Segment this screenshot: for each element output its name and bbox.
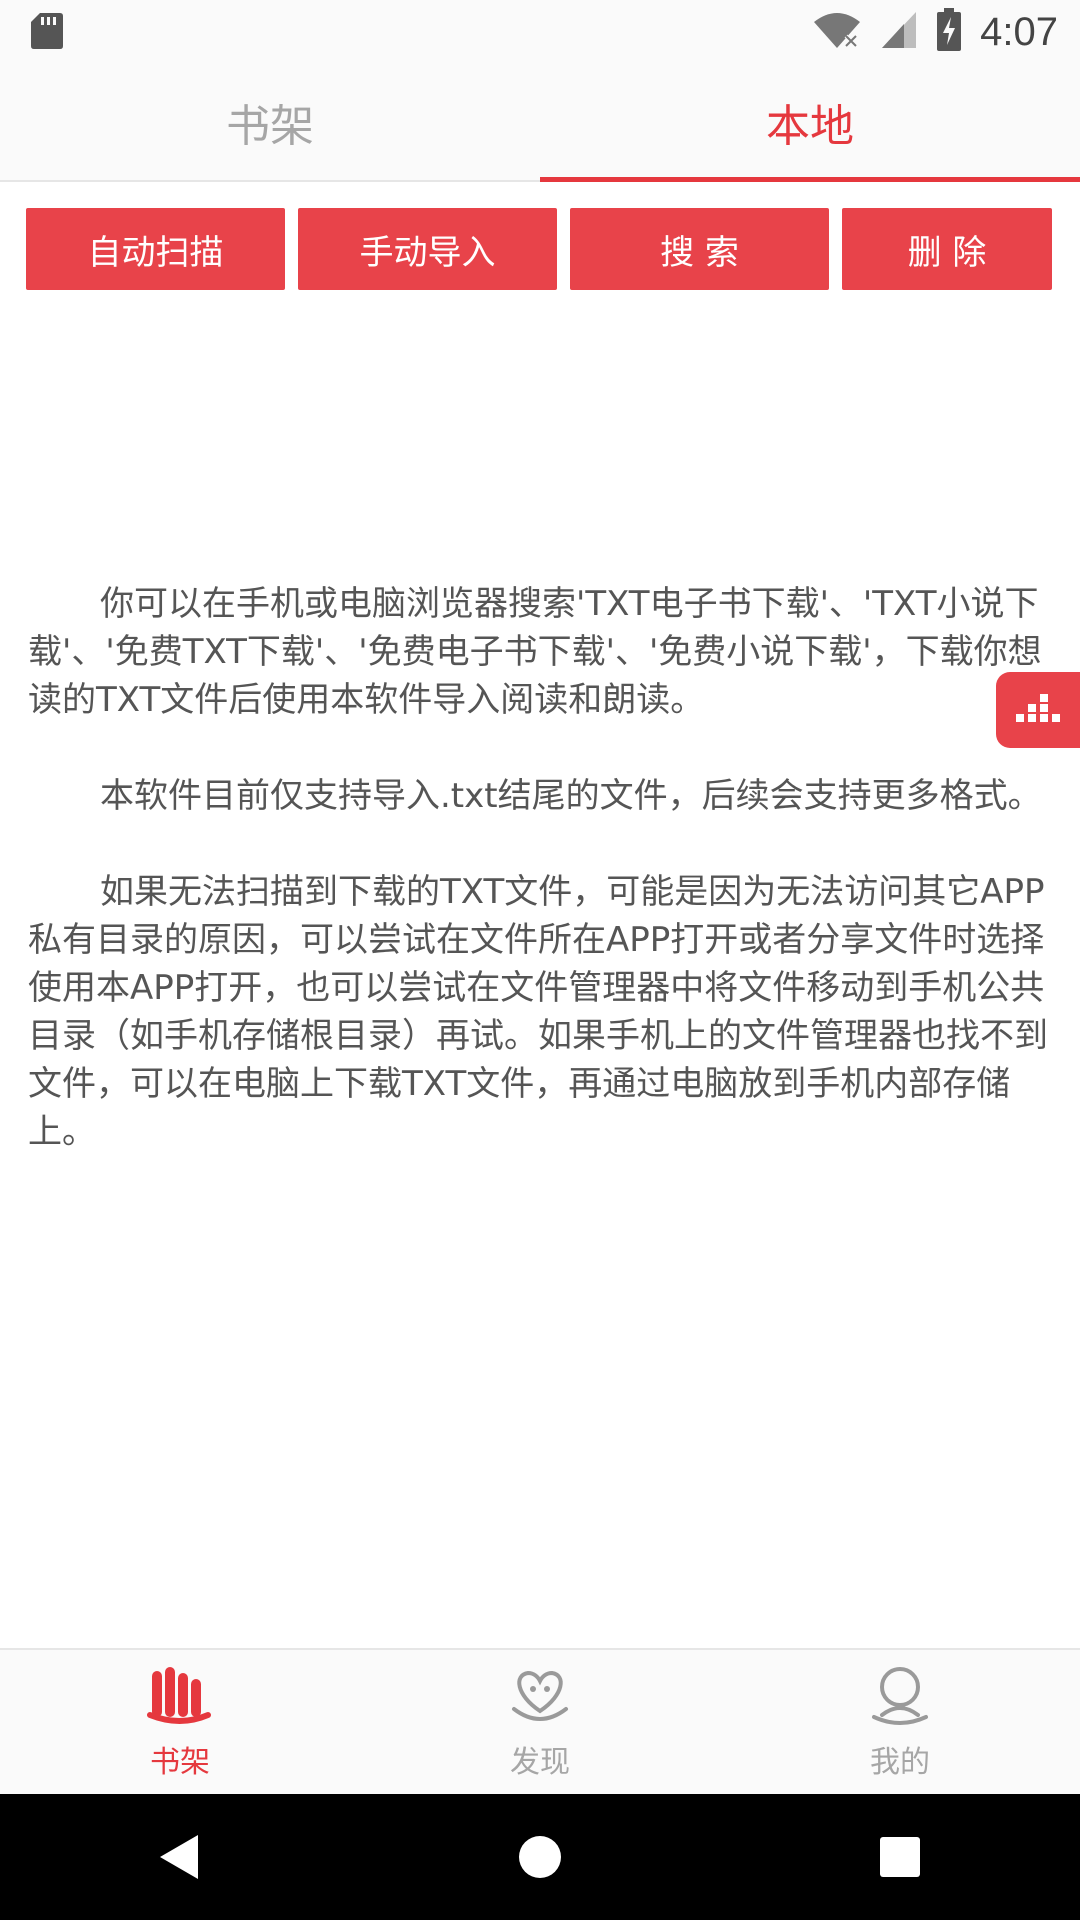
tab-bookshelf[interactable]: 书架 (0, 64, 540, 180)
nav-discover[interactable]: 发现 (360, 1650, 720, 1796)
nav-bookshelf-label: 书架 (150, 1745, 210, 1780)
back-icon[interactable] (145, 1822, 215, 1892)
action-buttons: 自动扫描 手动导入 搜 索 删 除 (26, 208, 1054, 290)
equalizer-icon (1014, 692, 1062, 728)
status-bar: 4:07 (0, 0, 1080, 64)
floating-audio-button[interactable] (996, 672, 1080, 748)
sd-card-icon (30, 12, 64, 50)
profile-icon (866, 1665, 934, 1733)
manual-import-button[interactable]: 手动导入 (298, 208, 557, 290)
bottom-nav: 书架 发现 我的 (0, 1648, 1080, 1796)
top-tabs: 书架 本地 (0, 64, 1080, 182)
help-paragraph-1: 你可以在手机或电脑浏览器搜索'TXT电子书下载'、'TXT小说下载'、'免费TX… (28, 584, 1042, 720)
battery-charging-icon (936, 8, 962, 56)
home-icon[interactable] (505, 1822, 575, 1892)
status-icons: 4:07 (812, 6, 1058, 58)
screen: 4:07 书架 本地 自动扫描 手动导入 搜 索 删 除 你可以在手机或电脑浏览… (0, 0, 1080, 1920)
help-text: 你可以在手机或电脑浏览器搜索'TXT电子书下载'、'TXT小说下载'、'免费TX… (28, 580, 1058, 1204)
wifi-icon (812, 10, 862, 54)
tab-local[interactable]: 本地 (540, 64, 1080, 182)
discover-icon (506, 1665, 574, 1733)
nav-profile-label: 我的 (870, 1745, 930, 1780)
help-paragraph-3: 如果无法扫描到下载的TXT文件，可能是因为无法访问其它APP私有目录的原因，可以… (28, 872, 1048, 1152)
auto-scan-button[interactable]: 自动扫描 (26, 208, 285, 290)
system-nav-bar (0, 1794, 1080, 1920)
delete-button[interactable]: 删 除 (842, 208, 1052, 290)
bookshelf-icon (146, 1665, 214, 1733)
nav-bookshelf[interactable]: 书架 (0, 1650, 360, 1796)
recents-icon[interactable] (865, 1822, 935, 1892)
nav-discover-label: 发现 (510, 1745, 570, 1780)
signal-icon (880, 10, 918, 54)
nav-profile[interactable]: 我的 (720, 1650, 1080, 1796)
search-button[interactable]: 搜 索 (570, 208, 829, 290)
help-paragraph-2: 本软件目前仅支持导入.txt结尾的文件，后续会支持更多格式。 (100, 776, 1042, 816)
status-time: 4:07 (980, 9, 1058, 54)
